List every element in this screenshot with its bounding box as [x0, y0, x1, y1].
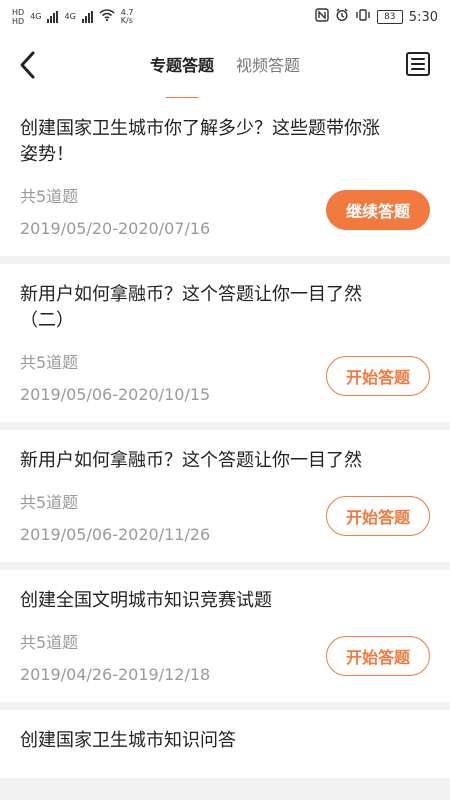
quiz-card[interactable]: 创建国家卫生城市知识问答	[0, 710, 450, 778]
tabbar: 专题答题 视频答题	[0, 52, 450, 80]
quiz-card[interactable]: 创建全国文明城市知识竞赛试题 共5道题 2019/04/26-2019/12/1…	[0, 570, 450, 702]
signal-icon-1	[47, 11, 59, 23]
status-bar: HD HD 4G 4G 4.7 K/s 83 5:30	[0, 0, 450, 34]
signal-icon-2	[81, 11, 93, 23]
status-left: HD HD 4G 4G 4.7 K/s	[12, 7, 134, 26]
nfc-icon	[315, 8, 329, 26]
network-speed-unit: K/s	[120, 16, 133, 25]
network-speed: 4.7 K/s	[121, 9, 134, 25]
continue-quiz-button[interactable]: 继续答题	[326, 190, 430, 230]
wifi-icon	[99, 9, 115, 25]
battery-level: 83	[384, 12, 396, 22]
menu-button[interactable]	[404, 50, 432, 78]
quiz-list: 创建国家卫生城市你了解多少？这些题带你涨 姿势！ 共5道题 2019/05/20…	[0, 98, 450, 786]
tab-video-quiz[interactable]: 视频答题	[234, 52, 302, 80]
start-quiz-button[interactable]: 开始答题	[326, 636, 430, 676]
quiz-card[interactable]: 创建国家卫生城市你了解多少？这些题带你涨 姿势！ 共5道题 2019/05/20…	[0, 98, 450, 256]
hd-label-1: HD	[12, 7, 25, 17]
battery-indicator: 83	[376, 10, 403, 24]
hd-label-2: HD	[12, 16, 25, 26]
network-label-2: 4G	[64, 12, 76, 21]
vibrate-icon	[355, 8, 371, 26]
top-header: 专题答题 视频答题	[0, 34, 450, 98]
status-right: 83 5:30	[315, 8, 438, 26]
quiz-title: 新用户如何拿融币？这个答题让你一目了然	[20, 450, 362, 471]
quiz-title: 创建国家卫生城市你了解多少？这些题带你涨 姿势！	[20, 118, 380, 165]
quiz-card[interactable]: 新用户如何拿融币？这个答题让你一目了然 （二） 共5道题 2019/05/06-…	[0, 264, 450, 422]
start-quiz-button[interactable]: 开始答题	[326, 356, 430, 396]
tab-topic-quiz[interactable]: 专题答题	[148, 52, 216, 80]
start-quiz-button[interactable]: 开始答题	[326, 496, 430, 536]
status-time: 5:30	[408, 9, 438, 25]
quiz-title: 新用户如何拿融币？这个答题让你一目了然 （二）	[20, 284, 362, 331]
list-icon	[406, 52, 430, 76]
network-label-1: 4G	[30, 12, 42, 21]
alarm-icon	[335, 8, 349, 26]
quiz-title: 创建国家卫生城市知识问答	[20, 730, 236, 751]
hd-indicators: HD HD	[12, 7, 25, 26]
quiz-card[interactable]: 新用户如何拿融币？这个答题让你一目了然 共5道题 2019/05/06-2020…	[0, 430, 450, 562]
quiz-title: 创建全国文明城市知识竞赛试题	[20, 590, 272, 611]
